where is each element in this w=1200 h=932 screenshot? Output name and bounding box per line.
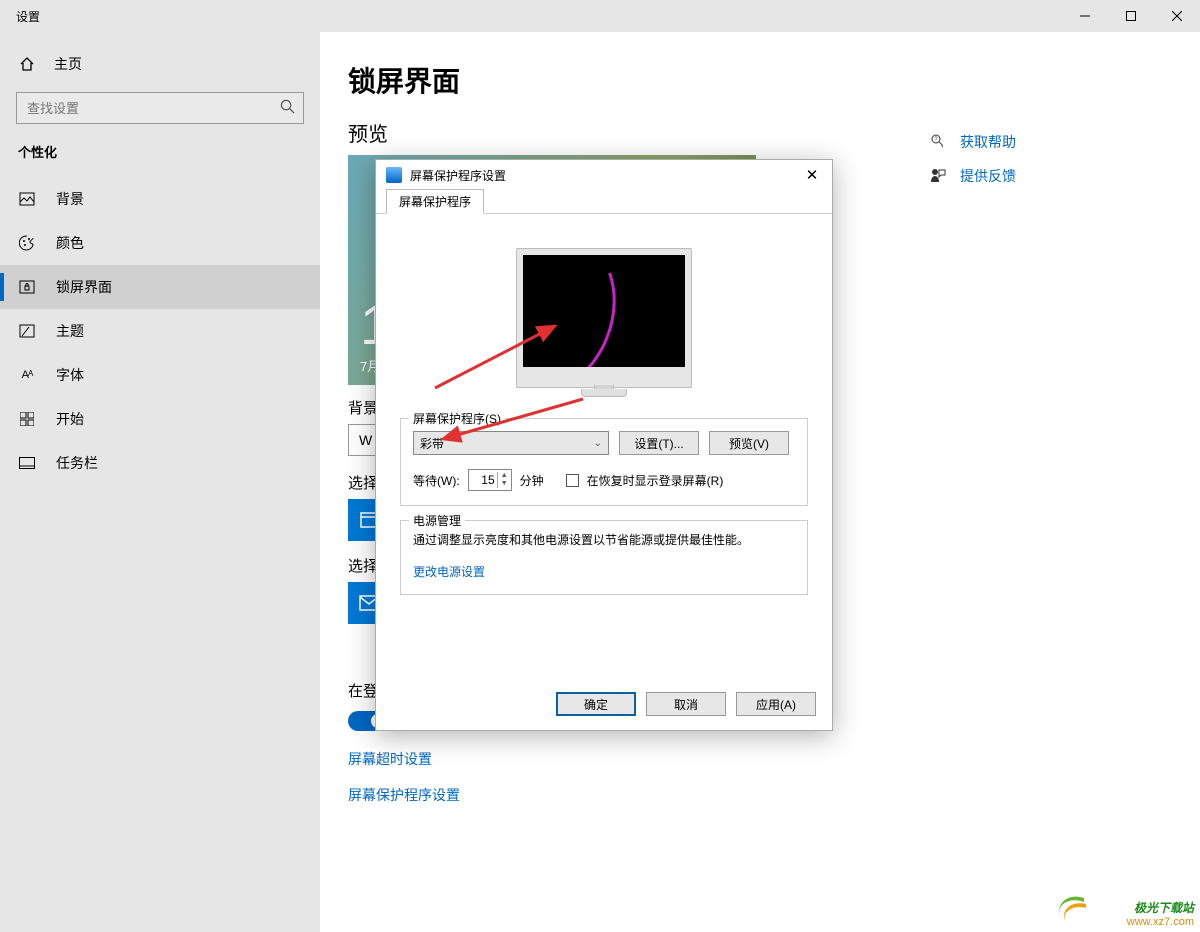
screensaver-dialog: 屏幕保护程序设置 ✕ 屏幕保护程序 屏幕保护程序(S) 彩带 ⌄ [375,159,833,731]
watermark-line1: 极光下载站 [1127,899,1194,916]
wait-spinner[interactable]: ▲▼ [468,469,512,491]
image-icon [18,191,36,207]
sidebar: 主页 个性化 背景 颜色 锁屏界面 主题 [0,32,320,932]
power-group-legend: 电源管理 [409,512,465,529]
titlebar: 设置 [0,0,1200,32]
help-links: ? 获取帮助 提供反馈 [930,132,1170,200]
sidebar-item-taskbar[interactable]: 任务栏 [0,441,320,485]
spinner-arrows[interactable]: ▲▼ [497,472,511,488]
sidebar-item-lockscreen[interactable]: 锁屏界面 [0,265,320,309]
ok-button[interactable]: 确定 [556,692,636,716]
power-group: 电源管理 通过调整显示亮度和其他电源设置以节省能源或提供最佳性能。 更改电源设置 [400,520,808,595]
dialog-tabs: 屏幕保护程序 [376,190,832,214]
search-icon [280,99,295,117]
apply-button[interactable]: 应用(A) [736,692,816,716]
sidebar-item-background[interactable]: 背景 [0,177,320,221]
wait-input[interactable] [469,473,497,487]
screensaver-combo-value: 彩带 [420,435,444,452]
home-link[interactable]: 主页 [0,44,320,84]
window-title: 设置 [16,8,40,25]
sidebar-item-label: 字体 [56,365,84,385]
wait-label: 等待(W): [413,472,460,489]
sidebar-item-label: 开始 [56,409,84,429]
screensaver-settings-button[interactable]: 设置(T)... [619,431,699,455]
cancel-button[interactable]: 取消 [646,692,726,716]
sidebar-item-label: 任务栏 [56,453,98,473]
lock-icon [18,279,36,295]
resume-checkbox[interactable] [566,474,579,487]
link-get-help-label: 获取帮助 [960,132,1016,152]
feedback-icon [930,167,948,186]
sidebar-item-label: 锁屏界面 [56,277,112,297]
dialog-title: 屏幕保护程序设置 [410,167,506,184]
taskbar-icon [18,457,36,469]
screensaver-preview-monitor [516,248,692,388]
power-desc: 通过调整显示亮度和其他电源设置以节省能源或提供最佳性能。 [413,531,795,549]
sidebar-item-label: 主题 [56,321,84,341]
sidebar-item-font[interactable]: AA 字体 [0,353,320,397]
section-label: 个性化 [0,138,320,171]
search-input[interactable] [27,101,280,116]
search-box[interactable] [16,92,304,124]
link-feedback-label: 提供反馈 [960,166,1016,186]
link-feedback[interactable]: 提供反馈 [930,166,1170,186]
chevron-down-icon: ⌄ [594,438,602,449]
window-controls [1062,0,1200,32]
sidebar-item-color[interactable]: 颜色 [0,221,320,265]
dialog-titlebar: 屏幕保护程序设置 ✕ [376,160,832,190]
theme-icon [18,323,36,339]
font-icon: AA [18,369,36,381]
sidebar-item-theme[interactable]: 主题 [0,309,320,353]
nav-list: 背景 颜色 锁屏界面 主题 AA 字体 开始 [0,177,320,485]
watermark-logo [1054,894,1090,924]
tab-screensaver[interactable]: 屏幕保护程序 [386,189,484,214]
maximize-button[interactable] [1108,0,1154,32]
screensaver-group-legend: 屏幕保护程序(S) [409,410,505,427]
link-screen-timeout[interactable]: 屏幕超时设置 [348,749,1168,769]
dialog-icon [386,167,402,183]
minimize-button[interactable] [1062,0,1108,32]
dialog-close-button[interactable]: ✕ [798,166,826,184]
sidebar-item-label: 颜色 [56,233,84,253]
screensaver-combo[interactable]: 彩带 ⌄ [413,431,609,455]
dialog-footer: 确定 取消 应用(A) [376,682,832,730]
resume-checkbox-label: 在恢复时显示登录屏幕(R) [587,472,724,489]
home-label: 主页 [54,54,82,74]
screensaver-preview-button[interactable]: 预览(V) [709,431,789,455]
link-screensaver-settings[interactable]: 屏幕保护程序设置 [348,785,1168,805]
close-button[interactable] [1154,0,1200,32]
wait-unit: 分钟 [520,472,544,489]
watermark: 极光下载站 www.xz7.com [1127,899,1194,928]
help-icon: ? [930,133,948,152]
watermark-line2: www.xz7.com [1127,916,1194,928]
start-icon [18,412,36,426]
palette-icon [18,235,36,251]
sidebar-item-start[interactable]: 开始 [0,397,320,441]
sidebar-item-label: 背景 [56,189,84,209]
power-settings-link[interactable]: 更改电源设置 [413,563,485,580]
screensaver-group: 屏幕保护程序(S) 彩带 ⌄ 设置(T)... 预览(V) 等待(W): [400,418,808,506]
home-icon [18,56,36,72]
link-get-help[interactable]: ? 获取帮助 [930,132,1170,152]
bg-dropdown-value: W [359,432,372,448]
page-title: 锁屏界面 [348,60,1168,100]
